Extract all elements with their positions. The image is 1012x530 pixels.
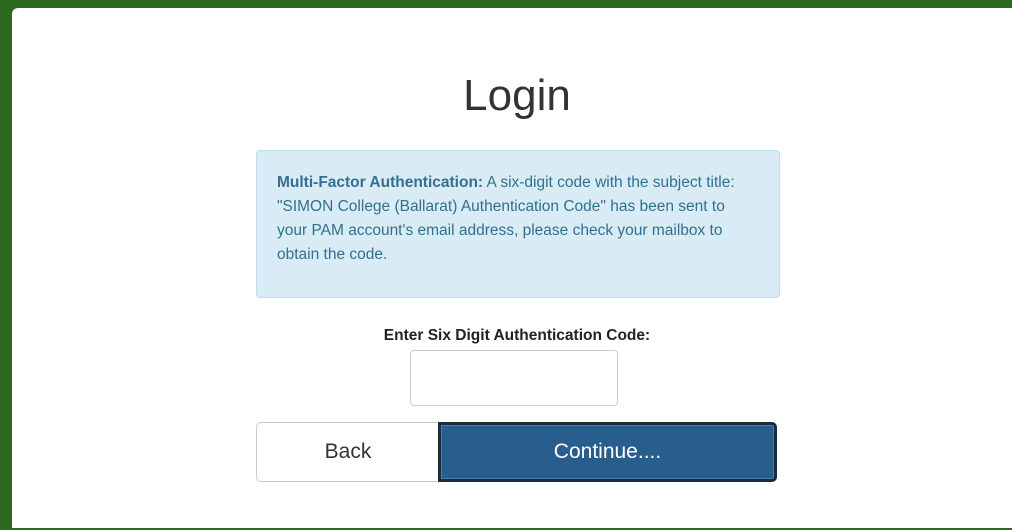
auth-code-input[interactable] xyxy=(410,350,618,406)
auth-code-label: Enter Six Digit Authentication Code: xyxy=(383,327,651,344)
continue-button[interactable]: Continue.... xyxy=(438,422,777,482)
page-title: Login xyxy=(463,71,571,120)
back-button[interactable]: Back xyxy=(256,422,440,482)
login-panel: Login Multi-Factor Authentication: A six… xyxy=(12,8,1012,528)
mfa-info-alert: Multi-Factor Authentication: A six-digit… xyxy=(256,150,780,298)
alert-heading: Multi-Factor Authentication: xyxy=(277,174,484,191)
